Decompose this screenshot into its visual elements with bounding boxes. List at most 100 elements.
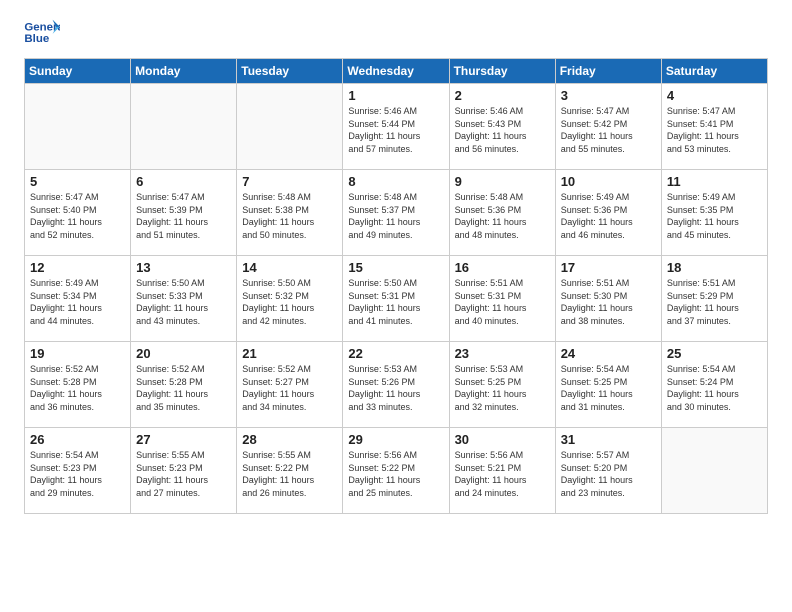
calendar-day-cell: 9 Sunrise: 5:48 AM Sunset: 5:36 PM Daylig…: [449, 170, 555, 256]
day-number: 20: [136, 346, 232, 361]
calendar-day-cell: 19 Sunrise: 5:52 AM Sunset: 5:28 PM Dayli…: [25, 342, 131, 428]
weekday-header-cell: Monday: [131, 59, 237, 84]
calendar-week-row: 19 Sunrise: 5:52 AM Sunset: 5:28 PM Dayli…: [25, 342, 768, 428]
day-number: 4: [667, 88, 763, 103]
calendar-day-cell: 24Sunrise: 5:54 AM Sunset: 5:25 PM Dayli…: [555, 342, 661, 428]
day-number: 6: [136, 174, 232, 189]
day-info: Sunrise: 5:51 AM Sunset: 5:29 PM Dayligh…: [667, 277, 763, 327]
day-info: Sunrise: 5:56 AM Sunset: 5:21 PM Dayligh…: [455, 449, 551, 499]
day-info: Sunrise: 5:52 AM Sunset: 5:28 PM Dayligh…: [30, 363, 126, 413]
calendar-day-cell: 6 Sunrise: 5:47 AM Sunset: 5:39 PM Daylig…: [131, 170, 237, 256]
calendar-day-cell: 12Sunrise: 5:49 AM Sunset: 5:34 PM Dayli…: [25, 256, 131, 342]
calendar-week-row: 5 Sunrise: 5:47 AM Sunset: 5:40 PM Daylig…: [25, 170, 768, 256]
day-info: Sunrise: 5:48 AM Sunset: 5:36 PM Dayligh…: [455, 191, 551, 241]
day-number: 24: [561, 346, 657, 361]
day-info: Sunrise: 5:54 AM Sunset: 5:23 PM Dayligh…: [30, 449, 126, 499]
weekday-header-cell: Thursday: [449, 59, 555, 84]
day-number: 11: [667, 174, 763, 189]
calendar-day-cell: 29Sunrise: 5:56 AM Sunset: 5:22 PM Dayli…: [343, 428, 449, 514]
day-number: 22: [348, 346, 444, 361]
calendar-day-cell: 3Sunrise: 5:47 AM Sunset: 5:42 PM Daylig…: [555, 84, 661, 170]
day-info: Sunrise: 5:50 AM Sunset: 5:32 PM Dayligh…: [242, 277, 338, 327]
day-number: 13: [136, 260, 232, 275]
weekday-header-row: SundayMondayTuesdayWednesdayThursdayFrid…: [25, 59, 768, 84]
day-number: 14: [242, 260, 338, 275]
calendar-week-row: 26 Sunrise: 5:54 AM Sunset: 5:23 PM Dayli…: [25, 428, 768, 514]
calendar-week-row: 12Sunrise: 5:49 AM Sunset: 5:34 PM Dayli…: [25, 256, 768, 342]
calendar-day-cell: 4 Sunrise: 5:47 AM Sunset: 5:41 PM Daylig…: [661, 84, 767, 170]
calendar-day-cell: 22 Sunrise: 5:53 AM Sunset: 5:26 PM Dayli…: [343, 342, 449, 428]
day-number: 23: [455, 346, 551, 361]
day-number: 18: [667, 260, 763, 275]
calendar-day-cell: [661, 428, 767, 514]
day-info: Sunrise: 5:53 AM Sunset: 5:26 PM Dayligh…: [348, 363, 444, 413]
day-info: Sunrise: 5:47 AM Sunset: 5:40 PM Dayligh…: [30, 191, 126, 241]
day-info: Sunrise: 5:52 AM Sunset: 5:27 PM Dayligh…: [242, 363, 338, 413]
weekday-header-cell: Friday: [555, 59, 661, 84]
day-number: 26: [30, 432, 126, 447]
day-info: Sunrise: 5:47 AM Sunset: 5:41 PM Dayligh…: [667, 105, 763, 155]
day-info: Sunrise: 5:51 AM Sunset: 5:30 PM Dayligh…: [561, 277, 657, 327]
day-number: 29: [348, 432, 444, 447]
day-number: 5: [30, 174, 126, 189]
calendar-day-cell: 7 Sunrise: 5:48 AM Sunset: 5:38 PM Daylig…: [237, 170, 343, 256]
day-number: 31: [561, 432, 657, 447]
calendar-day-cell: 5 Sunrise: 5:47 AM Sunset: 5:40 PM Daylig…: [25, 170, 131, 256]
svg-text:Blue: Blue: [24, 33, 49, 45]
calendar-day-cell: 31 Sunrise: 5:57 AM Sunset: 5:20 PM Dayli…: [555, 428, 661, 514]
weekday-header-cell: Sunday: [25, 59, 131, 84]
day-info: Sunrise: 5:49 AM Sunset: 5:36 PM Dayligh…: [561, 191, 657, 241]
day-number: 2: [455, 88, 551, 103]
calendar-day-cell: 8Sunrise: 5:48 AM Sunset: 5:37 PM Daylig…: [343, 170, 449, 256]
day-number: 19: [30, 346, 126, 361]
logo-icon: General Blue: [24, 18, 60, 48]
day-info: Sunrise: 5:53 AM Sunset: 5:25 PM Dayligh…: [455, 363, 551, 413]
calendar-day-cell: 11 Sunrise: 5:49 AM Sunset: 5:35 PM Dayli…: [661, 170, 767, 256]
calendar-day-cell: 13 Sunrise: 5:50 AM Sunset: 5:33 PM Dayli…: [131, 256, 237, 342]
calendar: SundayMondayTuesdayWednesdayThursdayFrid…: [24, 58, 768, 514]
calendar-day-cell: 23 Sunrise: 5:53 AM Sunset: 5:25 PM Dayli…: [449, 342, 555, 428]
day-number: 7: [242, 174, 338, 189]
day-number: 1: [348, 88, 444, 103]
day-number: 9: [455, 174, 551, 189]
day-number: 15: [348, 260, 444, 275]
calendar-day-cell: 1 Sunrise: 5:46 AM Sunset: 5:44 PM Daylig…: [343, 84, 449, 170]
day-info: Sunrise: 5:50 AM Sunset: 5:33 PM Dayligh…: [136, 277, 232, 327]
day-info: Sunrise: 5:46 AM Sunset: 5:43 PM Dayligh…: [455, 105, 551, 155]
day-info: Sunrise: 5:52 AM Sunset: 5:28 PM Dayligh…: [136, 363, 232, 413]
day-info: Sunrise: 5:54 AM Sunset: 5:24 PM Dayligh…: [667, 363, 763, 413]
day-info: Sunrise: 5:48 AM Sunset: 5:38 PM Dayligh…: [242, 191, 338, 241]
day-number: 28: [242, 432, 338, 447]
weekday-header-cell: Tuesday: [237, 59, 343, 84]
day-info: Sunrise: 5:47 AM Sunset: 5:39 PM Dayligh…: [136, 191, 232, 241]
day-info: Sunrise: 5:49 AM Sunset: 5:35 PM Dayligh…: [667, 191, 763, 241]
calendar-day-cell: 27Sunrise: 5:55 AM Sunset: 5:23 PM Dayli…: [131, 428, 237, 514]
day-number: 17: [561, 260, 657, 275]
calendar-day-cell: 30 Sunrise: 5:56 AM Sunset: 5:21 PM Dayli…: [449, 428, 555, 514]
day-info: Sunrise: 5:46 AM Sunset: 5:44 PM Dayligh…: [348, 105, 444, 155]
day-info: Sunrise: 5:51 AM Sunset: 5:31 PM Dayligh…: [455, 277, 551, 327]
day-number: 30: [455, 432, 551, 447]
weekday-header-cell: Wednesday: [343, 59, 449, 84]
calendar-day-cell: 10 Sunrise: 5:49 AM Sunset: 5:36 PM Dayli…: [555, 170, 661, 256]
calendar-day-cell: 17 Sunrise: 5:51 AM Sunset: 5:30 PM Dayli…: [555, 256, 661, 342]
calendar-day-cell: 14 Sunrise: 5:50 AM Sunset: 5:32 PM Dayli…: [237, 256, 343, 342]
calendar-day-cell: [131, 84, 237, 170]
calendar-day-cell: 28Sunrise: 5:55 AM Sunset: 5:22 PM Dayli…: [237, 428, 343, 514]
day-info: Sunrise: 5:50 AM Sunset: 5:31 PM Dayligh…: [348, 277, 444, 327]
day-info: Sunrise: 5:57 AM Sunset: 5:20 PM Dayligh…: [561, 449, 657, 499]
calendar-day-cell: 20 Sunrise: 5:52 AM Sunset: 5:28 PM Dayli…: [131, 342, 237, 428]
calendar-day-cell: 21 Sunrise: 5:52 AM Sunset: 5:27 PM Dayli…: [237, 342, 343, 428]
calendar-week-row: 1 Sunrise: 5:46 AM Sunset: 5:44 PM Daylig…: [25, 84, 768, 170]
day-number: 21: [242, 346, 338, 361]
calendar-day-cell: 26 Sunrise: 5:54 AM Sunset: 5:23 PM Dayli…: [25, 428, 131, 514]
day-info: Sunrise: 5:49 AM Sunset: 5:34 PM Dayligh…: [30, 277, 126, 327]
day-number: 16: [455, 260, 551, 275]
day-number: 10: [561, 174, 657, 189]
day-number: 27: [136, 432, 232, 447]
calendar-day-cell: 15 Sunrise: 5:50 AM Sunset: 5:31 PM Dayli…: [343, 256, 449, 342]
calendar-day-cell: 2 Sunrise: 5:46 AM Sunset: 5:43 PM Daylig…: [449, 84, 555, 170]
day-number: 3: [561, 88, 657, 103]
calendar-body: 1 Sunrise: 5:46 AM Sunset: 5:44 PM Daylig…: [25, 84, 768, 514]
logo: General Blue: [24, 18, 60, 48]
